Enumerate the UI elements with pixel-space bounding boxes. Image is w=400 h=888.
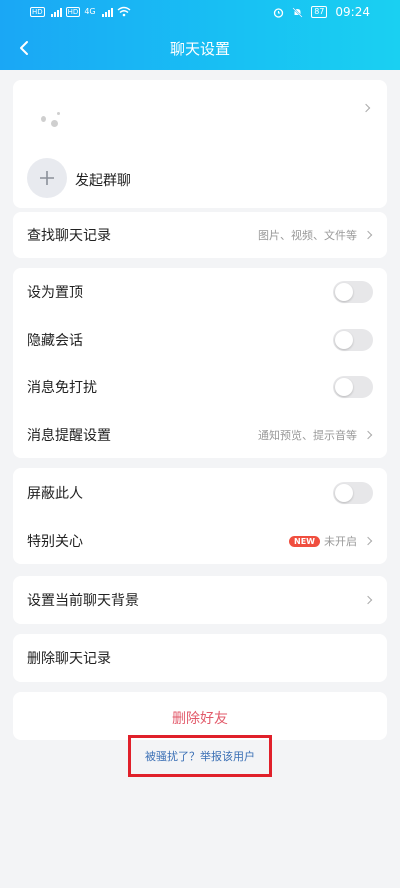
network-label: 4G — [84, 7, 96, 16]
search-history-card: 查找聊天记录 图片、视频、文件等 — [13, 212, 387, 258]
hide-row: 隐藏会话 — [13, 318, 387, 362]
clear-history-row[interactable]: 删除聊天记录 — [13, 636, 387, 680]
chevron-right-icon — [363, 430, 373, 440]
status-bar: HD HD 4G 87 09:24 — [0, 0, 400, 28]
special-care-label: 特别关心 — [27, 534, 83, 550]
chat-settings-card: 设为置顶 隐藏会话 消息免打扰 消息提醒设置 通知预览、提示音等 — [13, 268, 387, 458]
profile-chevron-icon — [361, 103, 371, 113]
clear-history-label: 删除聊天记录 — [27, 651, 111, 667]
chevron-right-icon — [363, 230, 373, 240]
background-right — [361, 595, 373, 605]
reminder-hint: 通知预览、提示音等 — [258, 429, 357, 442]
report-highlight-box: 被骚扰了？举报该用户 — [128, 735, 272, 777]
privacy-card: 屏蔽此人 特别关心 NEW 未开启 — [13, 468, 387, 564]
search-history-hint: 图片、视频、文件等 — [258, 229, 357, 242]
mute-toggle[interactable] — [333, 376, 373, 398]
mute-row: 消息免打扰 — [13, 365, 387, 409]
clock: 09:24 — [335, 5, 370, 19]
add-group-button[interactable] — [27, 158, 67, 198]
hide-toggle[interactable] — [333, 329, 373, 351]
signal-icon — [50, 7, 62, 17]
pin-row: 设为置顶 — [13, 270, 387, 314]
reminder-label: 消息提醒设置 — [27, 428, 111, 444]
status-left: HD HD 4G — [30, 6, 131, 17]
profile-card: 发起群聊 — [13, 80, 387, 208]
mute-bell-icon — [292, 6, 303, 18]
hide-label: 隐藏会话 — [27, 333, 83, 349]
status-right: 87 09:24 — [273, 5, 370, 19]
special-care-right: NEW 未开启 — [289, 533, 373, 549]
friend-avatar[interactable] — [27, 94, 87, 140]
search-history-row[interactable]: 查找聊天记录 图片、视频、文件等 — [13, 213, 387, 257]
sim1-badge: HD — [30, 6, 45, 17]
battery-icon: 87 — [311, 6, 328, 18]
pin-toggle[interactable] — [333, 281, 373, 303]
header: HD HD 4G 87 09:24 聊天设置 — [0, 0, 400, 70]
search-history-label: 查找聊天记录 — [27, 228, 111, 244]
background-row[interactable]: 设置当前聊天背景 — [13, 578, 387, 622]
reminder-row[interactable]: 消息提醒设置 通知预览、提示音等 — [13, 413, 387, 457]
block-label: 屏蔽此人 — [27, 486, 83, 502]
block-row: 屏蔽此人 — [13, 471, 387, 515]
delete-friend-button[interactable]: 删除好友 — [13, 708, 387, 728]
clear-history-card: 删除聊天记录 — [13, 634, 387, 682]
nav-bar: 聊天设置 — [0, 28, 400, 70]
alarm-icon — [274, 7, 284, 18]
mute-label: 消息免打扰 — [27, 380, 97, 396]
wifi-icon — [117, 6, 131, 17]
report-user-link[interactable]: 被骚扰了？举报该用户 — [145, 748, 255, 764]
block-toggle[interactable] — [333, 482, 373, 504]
reminder-hint-wrap: 通知预览、提示音等 — [258, 427, 373, 443]
delete-friend-card: 删除好友 — [13, 692, 387, 740]
pin-label: 设为置顶 — [27, 285, 83, 301]
background-label: 设置当前聊天背景 — [27, 593, 139, 609]
add-group-label[interactable]: 发起群聊 — [75, 170, 131, 190]
chevron-right-icon — [363, 595, 373, 605]
sim2-badge: HD — [65, 6, 81, 17]
special-care-row[interactable]: 特别关心 NEW 未开启 — [13, 519, 387, 563]
search-history-hint-wrap: 图片、视频、文件等 — [258, 227, 373, 243]
background-card: 设置当前聊天背景 — [13, 576, 387, 624]
chevron-right-icon — [363, 536, 373, 546]
special-care-status: 未开启 — [324, 535, 357, 548]
new-badge: NEW — [289, 535, 320, 547]
signal-icon — [101, 7, 113, 17]
plus-icon — [40, 171, 54, 185]
page-title: 聊天设置 — [169, 40, 230, 58]
